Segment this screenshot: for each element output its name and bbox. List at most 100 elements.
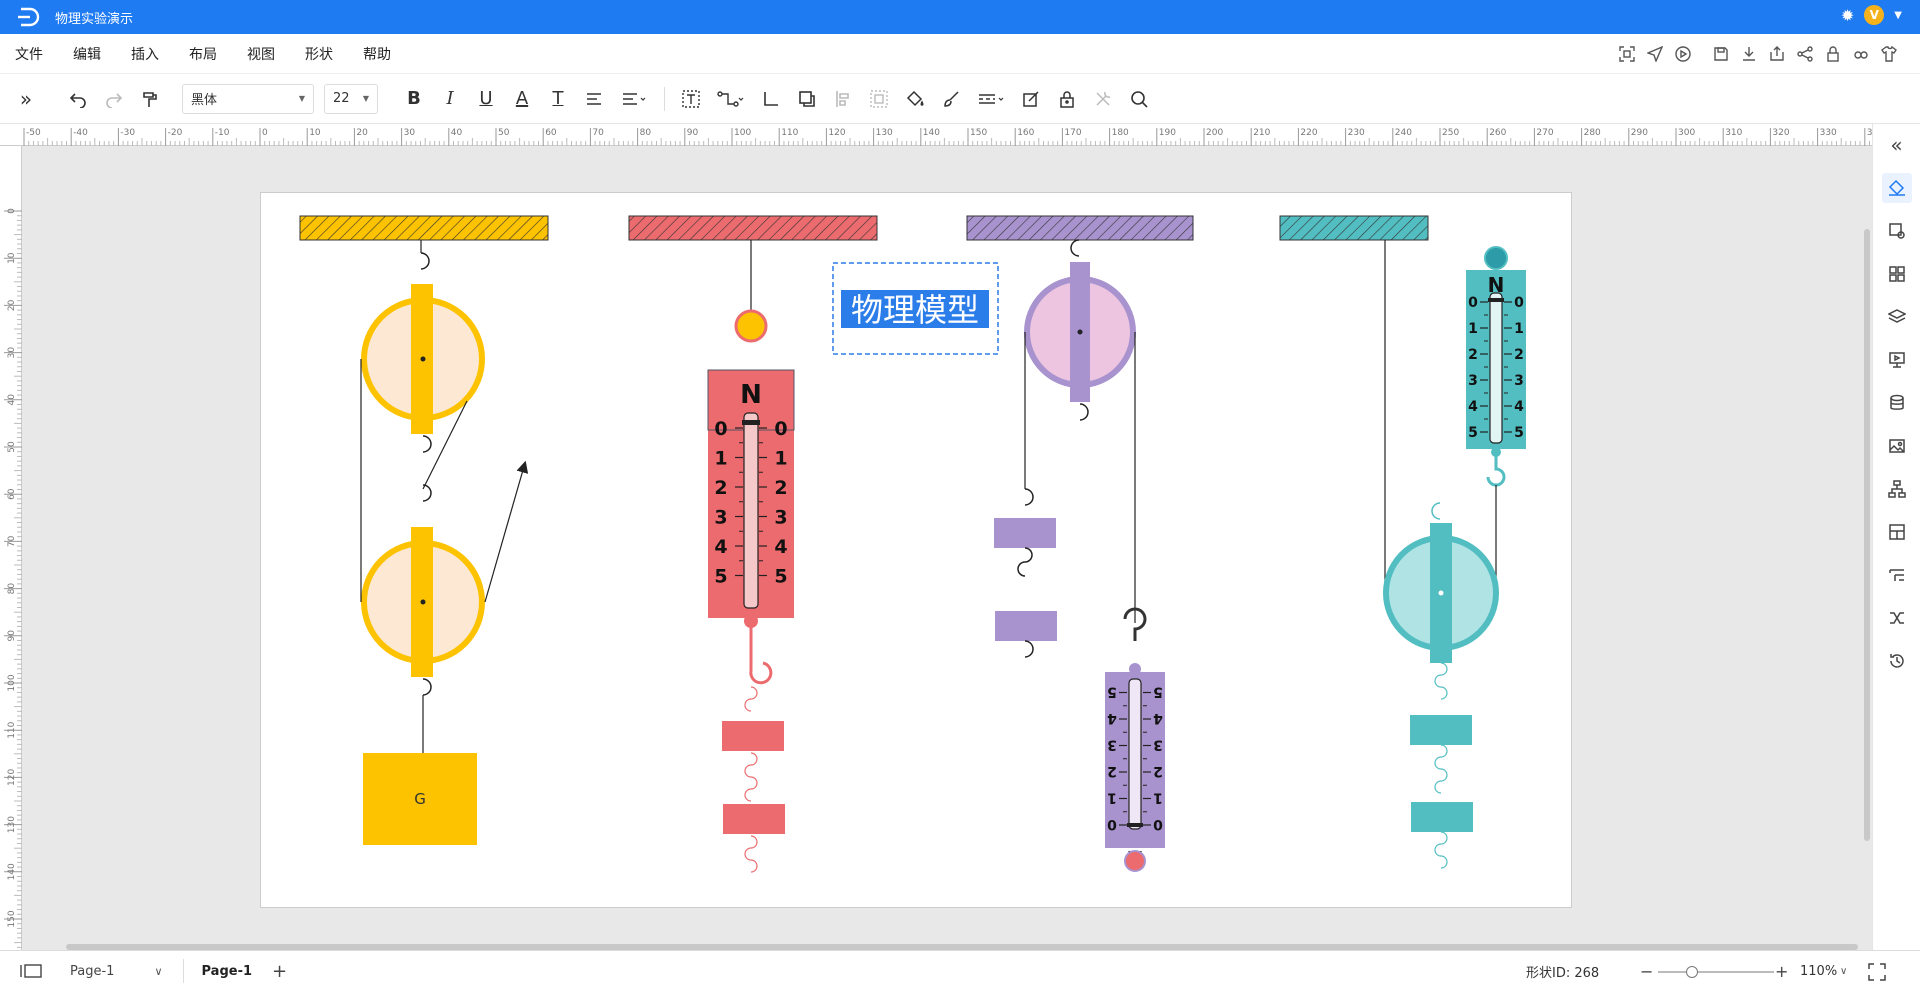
add-page-icon[interactable]: + [272,961,287,982]
weight-block[interactable] [722,721,784,751]
zoom-level[interactable]: 110% [1800,964,1837,979]
ruler-label: -50 [26,128,41,138]
search-icon[interactable] [1121,81,1157,117]
lock-shape-icon[interactable] [1049,81,1085,117]
weight-block[interactable] [994,518,1056,548]
group-icon[interactable] [1850,43,1872,65]
format-icon[interactable] [1882,560,1912,590]
shape-properties-icon[interactable] [1882,216,1912,246]
font-size-select[interactable]: 22 ▼ [324,83,378,114]
drawing-page[interactable]: G N 001122334455 物理模型 0 0 1 1 2 2 3 3 4 … [260,192,1572,908]
image-icon[interactable] [1882,431,1912,461]
physics-diagram[interactable]: G N 0 01 12 23 34 45 5 物理模型 0 01 12 23 3… [261,193,1573,909]
edit-shape-icon[interactable] [1013,81,1049,117]
align-icon[interactable] [576,81,612,117]
menu-view[interactable]: 视图 [232,44,290,64]
style-fill-icon[interactable] [1881,173,1912,203]
pull-force-arrow[interactable] [484,460,529,603]
weight-block[interactable] [1411,802,1473,832]
grid-icon[interactable] [1882,259,1912,289]
save-icon[interactable] [1710,43,1732,65]
vertical-scrollbar[interactable] [1864,229,1870,841]
menu-file[interactable]: 文件 [0,44,58,64]
page-panel-icon[interactable] [20,962,44,980]
fit-screen-icon[interactable] [1616,43,1638,65]
weight-block[interactable] [1410,715,1472,745]
org-chart-icon[interactable] [1882,474,1912,504]
text-box-icon[interactable] [673,81,709,117]
font-color-icon[interactable]: A [504,81,540,117]
collapse-panel-icon[interactable]: « [1882,130,1912,160]
italic-icon[interactable]: I [432,81,468,117]
diagram-title-text[interactable]: 物理模型 [851,291,979,329]
spring-scale-red[interactable]: N 0 0 1 1 2 2 3 3 4 4 5 5 [628,215,878,873]
expand-panel-icon[interactable]: » [8,81,44,117]
tools-icon[interactable] [1085,81,1121,117]
weight-block[interactable] [723,804,785,834]
ceiling-teal[interactable] [1279,215,1429,241]
vip-badge-icon[interactable]: V [1864,5,1885,25]
chevron-down-icon[interactable]: ∨ [1840,966,1847,977]
page-selector[interactable]: Page-1 ∨ [70,964,163,979]
share-icon[interactable] [1794,43,1816,65]
zoom-slider[interactable] [1658,966,1774,978]
shuffle-icon[interactable] [1882,603,1912,633]
corner-line-icon[interactable] [753,81,789,117]
menu-insert[interactable]: 插入 [116,44,174,64]
weight-label: G [414,790,426,808]
line-spacing-icon[interactable] [612,81,656,117]
presentation-icon[interactable] [1882,345,1912,375]
pulley-system-teal[interactable]: N 0 01 12 23 34 45 5 [1279,215,1526,869]
selected-text-box[interactable]: 物理模型 [832,262,999,355]
export-icon[interactable] [1766,43,1788,65]
ceiling-red[interactable] [628,215,878,241]
pulley-system-yellow[interactable]: G [299,215,549,845]
font-family-select[interactable]: 黑体 ▼ [182,83,314,114]
underline-icon[interactable]: U [468,81,504,117]
ruler-label: 310 [1725,128,1742,138]
play-icon[interactable] [1672,43,1694,65]
fill-bucket-icon[interactable] [897,81,933,117]
ruler-label: 140 [7,863,17,880]
pulley-system-purple[interactable]: 001122334455 N [966,215,1194,872]
menu-edit[interactable]: 编辑 [58,44,116,64]
align-objects-icon[interactable] [825,81,861,117]
connector-icon[interactable] [709,81,753,117]
theme-sun-icon[interactable]: ✹ [1841,6,1854,25]
line-style-icon[interactable] [969,81,1013,117]
scale-label: 0 [714,418,727,440]
download-icon[interactable] [1738,43,1760,65]
history-icon[interactable] [1882,646,1912,676]
layers-icon[interactable] [1882,302,1912,332]
send-icon[interactable] [1644,43,1666,65]
bold-icon[interactable]: B [396,81,432,117]
page-tab[interactable]: Page-1 [202,964,253,979]
menu-help[interactable]: 帮助 [348,44,406,64]
format-painter-icon[interactable] [132,81,168,117]
text-style-icon[interactable]: T [540,81,576,117]
layout-icon[interactable] [1882,517,1912,547]
fullscreen-icon[interactable] [1868,963,1886,985]
database-icon[interactable] [1882,388,1912,418]
redo-icon[interactable] [96,81,132,117]
spring-coil [744,686,758,712]
chevron-down-icon[interactable]: ▼ [1894,10,1902,21]
scale-hook [1486,455,1506,487]
group-objects-icon[interactable] [861,81,897,117]
brush-icon[interactable] [933,81,969,117]
zoom-slider-thumb[interactable] [1686,966,1698,978]
shadow-icon[interactable] [789,81,825,117]
shirt-icon[interactable] [1878,43,1900,65]
undo-icon[interactable] [60,81,96,117]
menu-shape[interactable]: 形状 [290,44,348,64]
zoom-in-icon[interactable]: + [1775,962,1788,981]
weight-block[interactable] [995,611,1057,641]
ceiling-yellow[interactable] [299,215,549,241]
ruler-label: 240 [1395,128,1412,138]
zoom-out-icon[interactable]: − [1640,962,1653,981]
menu-layout[interactable]: 布局 [174,44,232,64]
lock-icon[interactable] [1822,43,1844,65]
canvas-area[interactable]: -50 -40 -30 -20 -10 0 10 20 30 40 50 60 70 80 90 100 110… [0,124,1872,950]
scale-label: 0 [774,418,787,440]
ceiling-purple[interactable] [966,215,1194,241]
